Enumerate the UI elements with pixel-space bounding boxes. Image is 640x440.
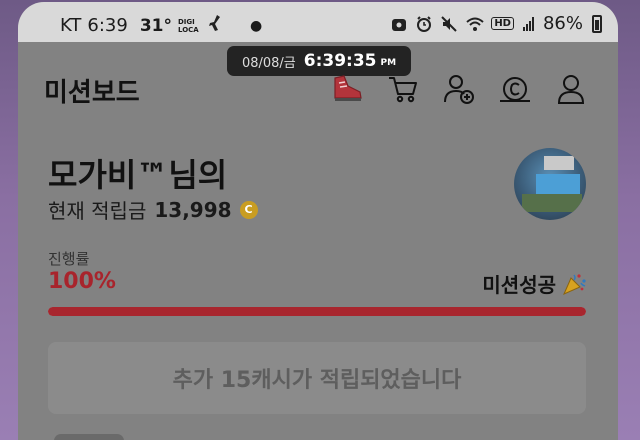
phone-screen: KT 6:39 31° DIGI LOCA ● HD 86% 08/08/금 6… [18, 2, 618, 440]
header-toolbar [328, 72, 590, 106]
overlay-time: 6:39:35 [303, 51, 377, 71]
overlay-date: 08/08/금 [241, 55, 296, 71]
notification-dot-icon: ● [250, 17, 263, 34]
points-value: 13,998 [154, 197, 232, 222]
coin-icon: C [239, 200, 258, 219]
progress-bar-fill [48, 307, 586, 316]
avatar-photo-sign [544, 156, 574, 170]
reward-message: 추가 15캐시가 적립되었습니다 [172, 368, 462, 393]
avatar[interactable] [514, 148, 586, 220]
page-title: 미션보드 [44, 78, 140, 108]
avatar-photo-screen [536, 174, 580, 194]
mission-status-text: 미션성공 [482, 273, 556, 297]
profile-icon[interactable] [552, 72, 590, 106]
mute-icon [441, 15, 458, 32]
progress-label: 진행률 [48, 250, 90, 268]
party-popper-icon [562, 272, 588, 296]
wifi-icon [466, 16, 484, 32]
signal-icon [522, 16, 534, 31]
shoe-icon[interactable] [328, 72, 366, 106]
reward-banner[interactable]: 추가 15캐시가 적립되었습니다 [48, 342, 586, 414]
status-bar: KT 6:39 31° DIGI LOCA ● HD 86% [18, 2, 618, 42]
battery-icon [592, 14, 602, 33]
status-right: HD 86% [391, 13, 602, 34]
coin-shop-icon[interactable] [496, 72, 534, 106]
loca-text: LOCA [178, 25, 199, 34]
list-item-peek [54, 434, 124, 440]
runner-icon [208, 14, 222, 37]
progress-bar [48, 307, 586, 316]
status-time: 6:39 [87, 15, 128, 36]
points-row: 현재 적립금 13,998 C [48, 195, 258, 224]
avatar-photo-ground [522, 194, 582, 212]
temperature-label: 31° [139, 15, 172, 36]
cart-icon[interactable] [384, 72, 422, 106]
digi-text: DIGI [178, 17, 195, 26]
carrier-label: KT [60, 15, 82, 36]
mission-status: 미션성공 [482, 269, 588, 298]
ai-icon [391, 16, 407, 32]
add-user-icon[interactable] [440, 72, 478, 106]
overlay-ampm: PM [380, 58, 397, 68]
progress-value: 100% [48, 269, 116, 294]
status-left: KT 6:39 31° DIGI LOCA ● [60, 14, 262, 37]
battery-percent: 86% [542, 13, 583, 34]
digiloca-logo: DIGI LOCA [178, 18, 202, 34]
alarm-icon [416, 15, 432, 32]
hd-voice-icon: HD [491, 17, 514, 30]
user-name: 모가비™님의 [48, 156, 228, 194]
points-label: 현재 적립금 [48, 199, 147, 223]
